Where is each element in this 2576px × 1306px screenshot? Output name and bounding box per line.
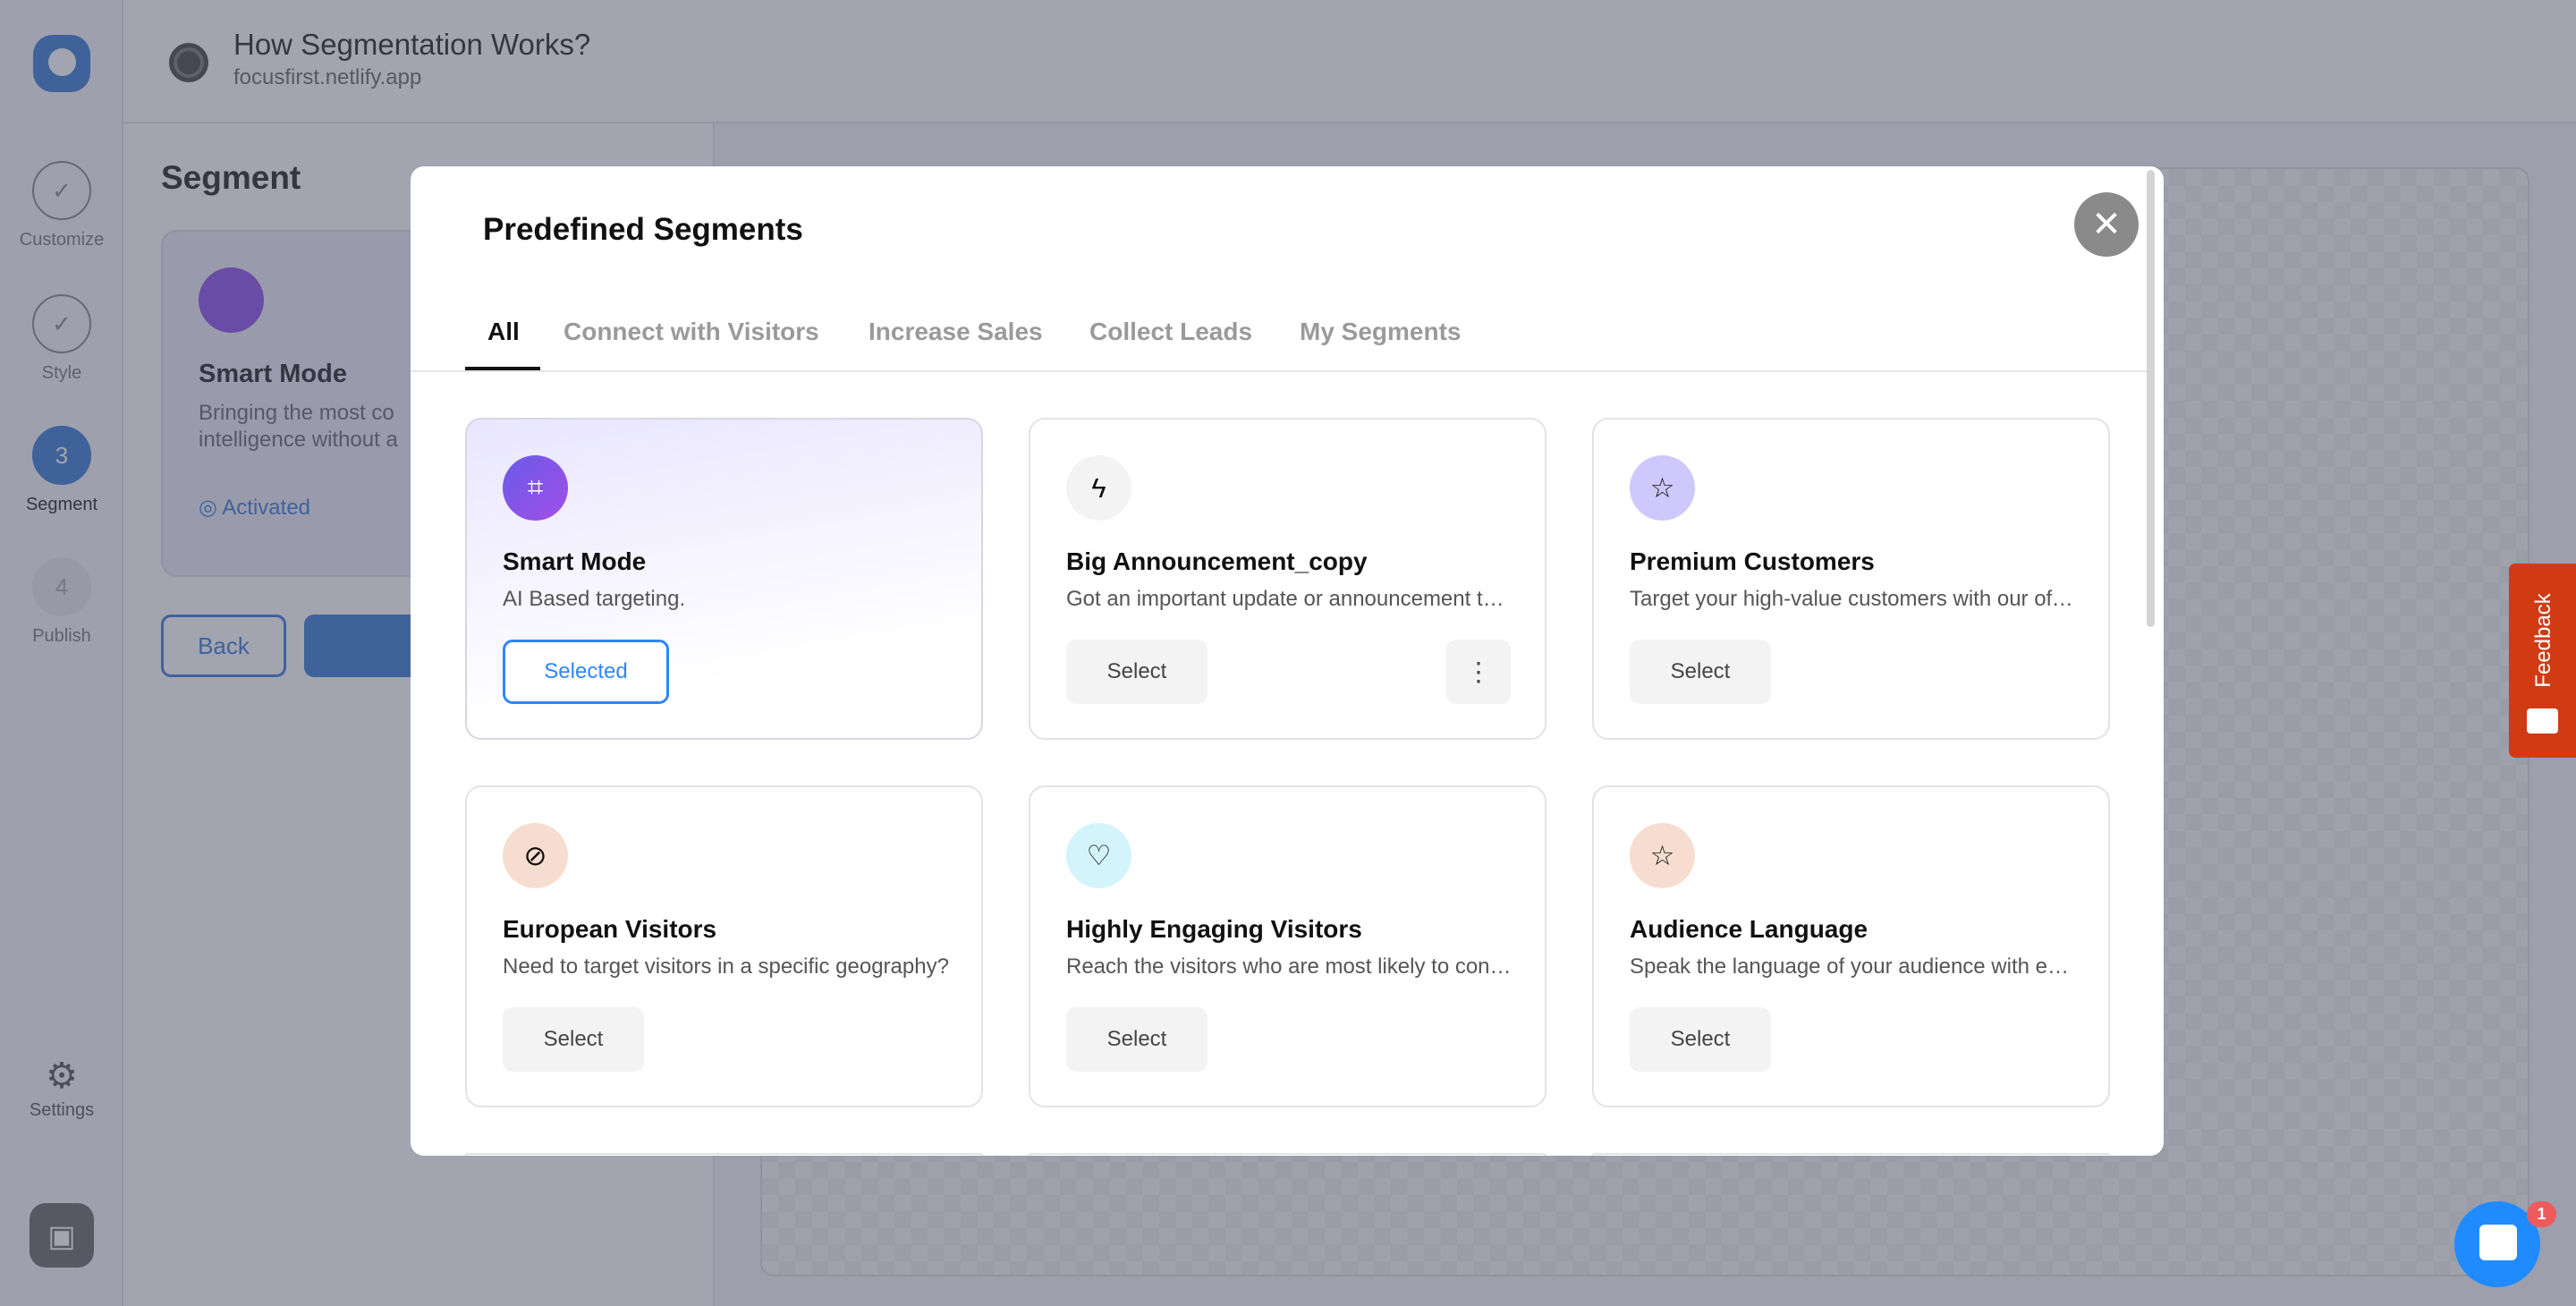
kebab-icon: ⋮ (1465, 657, 1492, 687)
tabs-divider (411, 370, 2147, 372)
compass-icon: ⊘ (503, 823, 568, 888)
more-options-button[interactable]: ⋮ (1446, 640, 1511, 704)
segment-card[interactable]: ☆ Premium Customers Target your high-val… (1592, 418, 2110, 740)
modal-title: Predefined Segments (483, 212, 803, 247)
select-button[interactable]: Select (503, 1007, 644, 1072)
tab-increase-sales[interactable]: Increase Sales (869, 318, 1043, 346)
segment-card[interactable]: ϟ Big Announcement_copy Got an important… (1029, 418, 1546, 740)
segment-card[interactable]: ☆ Audience Language Speak the language o… (1592, 785, 2110, 1107)
segment-card-partial (465, 1153, 983, 1156)
tab-connect-with-visitors[interactable]: Connect with Visitors (564, 318, 819, 346)
predefined-segments-modal: Predefined Segments ✕ All Connect with V… (411, 166, 2164, 1156)
segment-title: Smart Mode (503, 547, 647, 575)
segment-card[interactable]: ⌗ Smart Mode AI Based targeting. Selecte… (465, 418, 983, 740)
segment-card-partial (1029, 1153, 1546, 1156)
tab-all[interactable]: All (487, 318, 520, 346)
smart-frame-icon: ⌗ (503, 455, 568, 521)
segment-card-partial (1592, 1153, 2110, 1156)
selected-button[interactable]: Selected (503, 640, 669, 704)
modal-scrollbar[interactable] (2147, 170, 2155, 627)
select-button[interactable]: Select (1066, 1007, 1208, 1072)
segment-description: AI Based targeting. (503, 587, 686, 611)
chat-button[interactable]: 1 (2454, 1201, 2556, 1287)
close-button[interactable]: ✕ (2074, 192, 2139, 257)
select-button[interactable]: Select (1066, 640, 1208, 704)
segment-title: Highly Engaging Visitors (1066, 915, 1362, 943)
segment-card[interactable]: ⊘ European Visitors Need to target visit… (465, 785, 983, 1107)
heart-icon: ♡ (1066, 823, 1131, 888)
segment-title: Premium Customers (1630, 547, 1875, 575)
segment-description: Reach the visitors who are most likely t… (1066, 954, 1513, 979)
select-button[interactable]: Select (1630, 1007, 1771, 1072)
select-button[interactable]: Select (1630, 640, 1771, 704)
segment-description: Target your high-value customers with ou… (1630, 587, 2077, 611)
feedback-tab[interactable]: Feedback (2509, 564, 2576, 758)
segment-title: Audience Language (1630, 915, 1868, 943)
chat-icon (2479, 1225, 2517, 1260)
segment-description: Speak the language of your audience with… (1630, 954, 2077, 979)
segment-description: Need to target visitors in a specific ge… (503, 954, 949, 979)
lightning-icon: ϟ (1066, 455, 1131, 521)
star-icon: ☆ (1630, 455, 1695, 521)
tab-my-segments[interactable]: My Segments (1300, 318, 1462, 346)
close-icon: ✕ (2091, 205, 2122, 244)
segment-card[interactable]: ♡ Highly Engaging Visitors Reach the vis… (1029, 785, 1546, 1107)
notification-badge: 1 (2527, 1201, 2556, 1227)
segment-title: Big Announcement_copy (1066, 547, 1368, 575)
smiley-chat-icon (2527, 708, 2558, 734)
tab-collect-leads[interactable]: Collect Leads (1089, 318, 1252, 346)
star-icon: ☆ (1630, 823, 1695, 888)
segment-title: European Visitors (503, 915, 717, 943)
segment-description: Got an important update or announcement … (1066, 587, 1513, 611)
